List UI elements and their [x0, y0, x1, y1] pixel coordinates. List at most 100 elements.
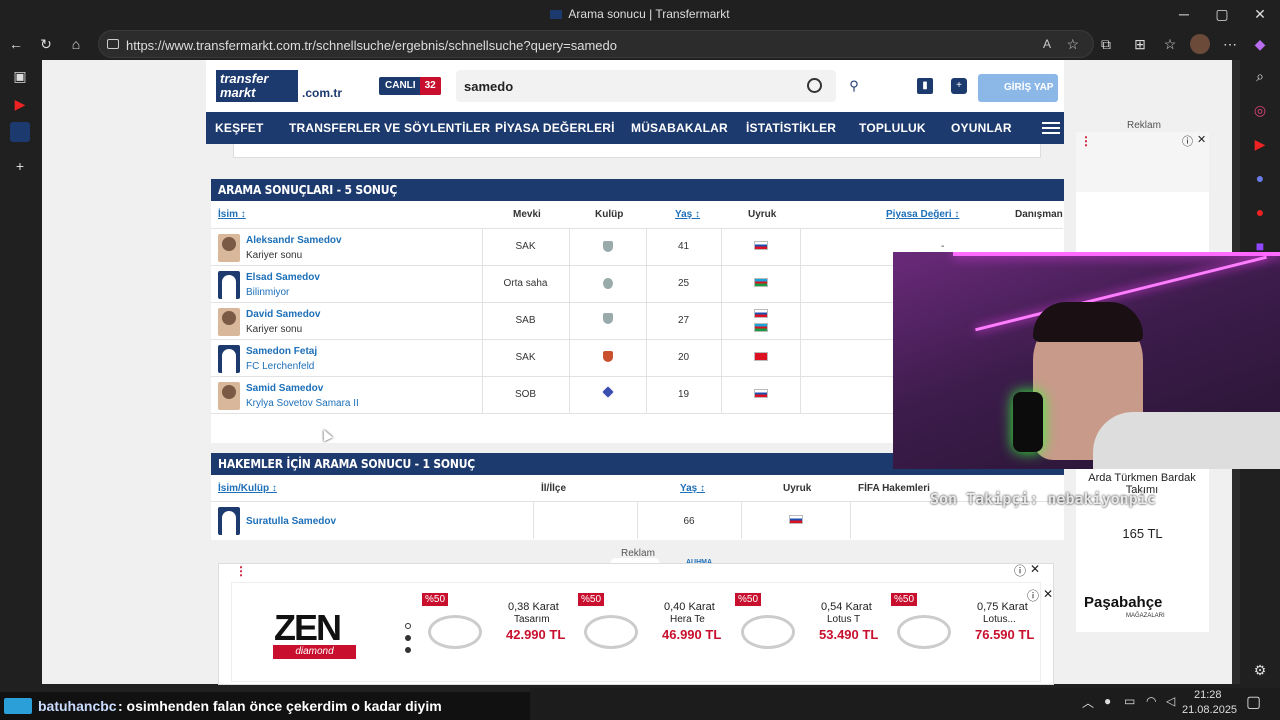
player-club-link[interactable]: FC Lerchenfeld: [246, 361, 314, 372]
site-logo[interactable]: transfer markt: [216, 70, 298, 102]
player-age: 25: [677, 278, 690, 289]
search-icon[interactable]: ⌕: [1250, 66, 1270, 86]
favorites-icon[interactable]: ☆: [1160, 34, 1180, 54]
browser-left-sidebar: ▣ ▶ +: [0, 60, 42, 688]
show-hidden-icons[interactable]: ︿: [1082, 694, 1094, 711]
microphone-icon[interactable]: ●: [1104, 694, 1111, 708]
product-name: 0,54 Karat: [821, 601, 872, 613]
clock-time[interactable]: 21:28: [1194, 689, 1222, 701]
battery-icon[interactable]: ▭: [1124, 694, 1135, 708]
bottom-advertisement[interactable]: ⋮ ⓘ ✕ ZEN diamond ⓘ ✕ %50 0,38 Karat Tas…: [218, 562, 1054, 685]
minimize-button[interactable]: ─: [1174, 4, 1194, 24]
carousel-dot[interactable]: [405, 623, 411, 629]
referee-name-link[interactable]: Suratulla Samedov: [246, 516, 336, 527]
col-value-header[interactable]: Piyasa Değeri ↕: [886, 209, 959, 220]
nav-item-competitions[interactable]: MÜSABAKALAR: [631, 121, 728, 135]
youtube-icon[interactable]: ▶: [1250, 134, 1270, 154]
club-icon[interactable]: [603, 313, 613, 324]
russia-flag-icon: [754, 309, 768, 318]
referee-photo-placeholder[interactable]: [218, 507, 240, 535]
nav-item-games[interactable]: OYUNLAR: [951, 121, 1012, 135]
notifications-icon[interactable]: ▢: [1246, 692, 1261, 712]
ad-info-icon[interactable]: ⓘ: [1182, 133, 1193, 149]
menu-icon[interactable]: [1042, 119, 1060, 137]
nav-item-kesfet[interactable]: KEŞFET: [215, 121, 264, 135]
search-input[interactable]: samedo: [456, 70, 836, 102]
search-icon[interactable]: [807, 78, 822, 93]
discount-badge: %50: [891, 593, 918, 606]
more-menu-icon[interactable]: ⋯: [1220, 34, 1240, 54]
carousel-dot[interactable]: [405, 647, 411, 653]
ad-menu-icon[interactable]: ⋮: [1080, 134, 1092, 148]
ad-close-icon[interactable]: ✕: [1043, 587, 1053, 601]
nav-item-community[interactable]: TOPLULUK: [859, 121, 926, 135]
clock-date[interactable]: 21.08.2025: [1182, 704, 1237, 716]
extensions-icon[interactable]: ⧉: [1096, 34, 1116, 54]
copilot-icon[interactable]: ◆: [1250, 34, 1270, 54]
shield-icon[interactable]: +: [951, 78, 967, 94]
transfermarkt-tab-icon[interactable]: [10, 122, 30, 142]
carousel-dot[interactable]: [405, 635, 411, 641]
app-icon[interactable]: ●: [1250, 168, 1270, 188]
player-name-link[interactable]: Aleksandr Samedov: [246, 235, 342, 246]
player-photo[interactable]: [218, 308, 240, 336]
col-ref-age-header[interactable]: Yaş ↕: [680, 483, 705, 494]
wifi-icon[interactable]: ◠: [1146, 694, 1156, 708]
player-photo[interactable]: [218, 234, 240, 262]
user-search-icon[interactable]: ⚲: [846, 78, 862, 94]
player-club-link[interactable]: Krylya Sovetov Samara II: [246, 398, 359, 409]
club-crest-icon[interactable]: [603, 351, 613, 362]
player-name-link[interactable]: Samedon Fetaj: [246, 346, 317, 357]
volume-icon[interactable]: ◁: [1166, 694, 1175, 708]
player-photo-placeholder[interactable]: [218, 271, 240, 299]
player-name-link[interactable]: Samid Samedov: [246, 383, 323, 394]
tab-actions-icon[interactable]: ▣: [10, 66, 30, 86]
login-button[interactable]: GİRİŞ YAP: [978, 74, 1058, 102]
ad-close-icon[interactable]: ✕: [1030, 562, 1040, 576]
bookmark-icon[interactable]: ▮: [917, 78, 933, 94]
col-name-header[interactable]: İsim ↕: [218, 209, 246, 220]
russia-flag-icon: [754, 241, 768, 250]
col-age-header[interactable]: Yaş ↕: [675, 209, 700, 220]
pin-icon[interactable]: ●: [1250, 202, 1270, 222]
product-card[interactable]: %50 0,54 Karat Lotus T 53.490 TL: [735, 593, 892, 673]
player-age: 19: [677, 389, 690, 400]
home-icon[interactable]: ⌂: [66, 34, 86, 54]
nav-item-statistics[interactable]: İSTATİSTİKLER: [746, 121, 836, 135]
live-button[interactable]: CANLI 32: [379, 77, 441, 95]
product-card[interactable]: %50 0,75 Karat Lotus... 76.590 TL: [891, 593, 1041, 673]
nav-item-transfers[interactable]: TRANSFERLER VE SÖYLENTİLER: [289, 121, 490, 135]
read-aloud-icon[interactable]: A: [1043, 37, 1051, 51]
stream-chat-overlay: batuhancbc : osimhenden falan önce çeker…: [0, 692, 530, 720]
instagram-icon[interactable]: ◎: [1250, 100, 1270, 120]
back-icon[interactable]: ←: [6, 34, 26, 54]
ad-close-icon[interactable]: ✕: [1197, 133, 1206, 146]
product-card[interactable]: %50 0,40 Karat Hera Te 46.990 TL: [578, 593, 735, 673]
player-status[interactable]: Bilinmiyor: [246, 287, 289, 298]
player-photo[interactable]: [218, 382, 240, 410]
site-logo-tld: .com.tr: [302, 86, 343, 100]
product-card[interactable]: %50 0,38 Karat Tasarım 42.990 TL: [422, 593, 579, 673]
club-icon[interactable]: [603, 278, 613, 289]
refresh-icon[interactable]: ↻: [36, 34, 56, 54]
player-name-link[interactable]: Elsad Samedov: [246, 272, 320, 283]
url-field[interactable]: https://www.transfermarkt.com.tr/schnell…: [98, 30, 1094, 58]
ad-info-icon[interactable]: ⓘ: [1014, 562, 1026, 579]
favorite-star-icon[interactable]: ☆: [1066, 36, 1079, 53]
product-name-2: Hera Te: [670, 614, 705, 625]
ad-menu-icon[interactable]: ⋮: [235, 564, 247, 578]
nav-item-market-values[interactable]: PİYASA DEĞERLERİ: [495, 121, 615, 135]
split-screen-icon[interactable]: ⊞: [1130, 34, 1150, 54]
youtube-tab-icon[interactable]: ▶: [10, 94, 30, 114]
profile-avatar[interactable]: [1190, 34, 1210, 54]
player-name-link[interactable]: David Samedov: [246, 309, 320, 320]
close-window-button[interactable]: ✕: [1250, 4, 1270, 24]
col-fifa-header: FİFA Hakemleri: [858, 483, 930, 494]
club-crest-icon[interactable]: [602, 386, 614, 398]
new-tab-icon[interactable]: +: [10, 156, 30, 176]
settings-icon[interactable]: ⚙: [1250, 660, 1270, 680]
col-name-club-header[interactable]: İsim/Kulüp ↕: [218, 483, 277, 494]
club-icon[interactable]: [603, 241, 613, 252]
player-photo-placeholder[interactable]: [218, 345, 240, 373]
maximize-button[interactable]: ▢: [1212, 4, 1232, 24]
